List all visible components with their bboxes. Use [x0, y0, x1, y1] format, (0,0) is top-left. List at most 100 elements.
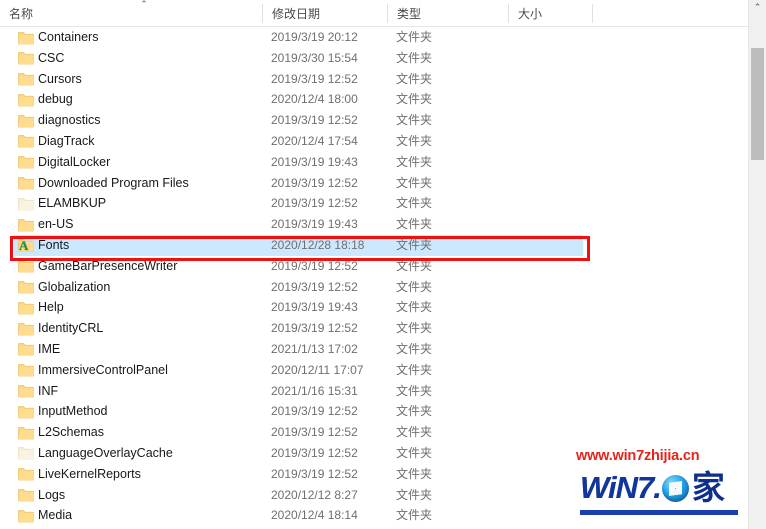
file-type-cell: 文件夹 [396, 133, 433, 148]
file-list-row[interactable]: en-US 2019/3/19 19:43 文件夹 [0, 214, 748, 235]
file-list[interactable]: Containers 2019/3/19 20:12 文件夹 CSC 2019/3/3… [0, 27, 748, 529]
file-name-cell: INF [38, 383, 59, 398]
file-size-cell [517, 277, 587, 298]
date-modified-cell: 2019/3/19 12:52 [271, 404, 358, 419]
folder-icon [18, 93, 34, 107]
folder-icon [18, 31, 34, 45]
file-name-cell: Globalization [38, 279, 111, 294]
file-list-row[interactable]: DiagTrack 2020/12/4 17:54 文件夹 [0, 131, 748, 152]
file-type-cell: 文件夹 [396, 71, 433, 86]
folder-icon [18, 280, 34, 294]
file-list-row[interactable]: Downloaded Program Files 2019/3/19 12:52 文… [0, 173, 748, 194]
file-size-cell [517, 110, 587, 131]
date-modified-cell: 2020/12/4 17:54 [271, 133, 358, 148]
file-list-row[interactable]: InputMethod 2019/3/19 12:52 文件夹 [0, 401, 748, 422]
file-name-cell: LanguageOverlayCache [38, 445, 173, 460]
file-list-row[interactable]: Help 2019/3/19 19:43 文件夹 [0, 297, 748, 318]
folder-icon [18, 446, 34, 460]
folder-icon [18, 301, 34, 315]
file-list-row[interactable]: ImmersiveControlPanel 2020/12/11 17:07 文件夹 [0, 360, 748, 381]
vertical-scrollbar[interactable]: ⌃ [748, 0, 766, 529]
file-name-cell: DigitalLocker [38, 154, 111, 169]
file-list-row[interactable]: Containers 2019/3/19 20:12 文件夹 [0, 27, 748, 48]
date-modified-cell: 2021/1/13 17:02 [271, 341, 358, 356]
date-modified-cell: 2019/3/19 12:52 [271, 321, 358, 336]
folder-icon [18, 509, 34, 523]
file-type-cell: 文件夹 [396, 30, 433, 44]
file-list-row[interactable]: GameBarPresenceWriter 2019/3/19 12:52 文件夹 [0, 256, 748, 277]
file-type-cell: 文件夹 [396, 175, 433, 190]
file-name-cell: GameBarPresenceWriter [38, 258, 178, 273]
date-modified-cell: 2020/12/12 8:27 [271, 487, 358, 502]
scroll-up-arrow-icon[interactable]: ⌃ [749, 0, 766, 17]
file-list-row[interactable]: diagnostics 2019/3/19 12:52 文件夹 [0, 110, 748, 131]
file-name-cell: LiveKernelReports [38, 466, 141, 481]
date-modified-cell: 2019/3/19 12:52 [271, 445, 358, 460]
file-name-cell: diagnostics [38, 113, 101, 128]
file-list-row[interactable]: IdentityCRL 2019/3/19 12:52 文件夹 [0, 318, 748, 339]
file-size-cell [517, 69, 587, 90]
file-type-cell: 文件夹 [396, 321, 433, 336]
file-type-cell: 文件夹 [396, 445, 433, 460]
column-header-name[interactable]: 名称 [0, 0, 262, 26]
date-modified-cell: 2019/3/19 12:52 [271, 113, 358, 128]
file-size-cell [517, 297, 587, 318]
date-modified-cell: 2019/3/19 12:52 [271, 258, 358, 273]
file-type-cell: 文件夹 [396, 92, 433, 107]
date-modified-cell: 2019/3/19 12:52 [271, 279, 358, 294]
date-modified-cell: 2019/3/19 19:43 [271, 217, 358, 232]
fonts-letter-a-icon: A [19, 237, 29, 253]
file-list-row[interactable]: INF 2021/1/16 15:31 文件夹 [0, 381, 748, 402]
file-list-row[interactable]: Logs 2020/12/12 8:27 文件夹 [0, 485, 748, 506]
folder-icon [18, 114, 34, 128]
date-modified-cell: 2020/12/4 18:00 [271, 92, 358, 107]
file-name-cell: CSC [38, 50, 65, 65]
file-type-cell: 文件夹 [396, 508, 433, 523]
file-list-row[interactable]: Globalization 2019/3/19 12:52 文件夹 [0, 277, 748, 298]
folder-icon [18, 51, 34, 65]
scrollbar-thumb[interactable] [751, 48, 764, 160]
column-header-size[interactable]: 大小 [509, 0, 592, 26]
file-name-cell: Help [38, 300, 64, 315]
file-type-cell: 文件夹 [396, 50, 433, 65]
folder-icon [18, 384, 34, 398]
file-name-cell: Logs [38, 487, 66, 502]
file-size-cell [517, 318, 587, 339]
file-list-row[interactable]: Media 2020/12/4 18:14 文件夹 [0, 505, 748, 526]
column-divider[interactable] [592, 4, 593, 23]
file-name-cell: ImmersiveControlPanel [38, 362, 168, 377]
file-list-row[interactable]: Cursors 2019/3/19 12:52 文件夹 [0, 69, 748, 90]
file-size-cell [517, 131, 587, 152]
file-list-row[interactable]: ELAMBKUP 2019/3/19 12:52 文件夹 [0, 193, 748, 214]
file-type-cell: 文件夹 [396, 362, 433, 377]
folder-icon [18, 363, 34, 377]
folder-icon [18, 259, 34, 273]
column-header-bar: ⌃ 名称 修改日期 类型 大小 [0, 0, 748, 27]
file-type-cell: 文件夹 [396, 113, 433, 128]
file-list-row[interactable]: debug 2020/12/4 18:00 文件夹 [0, 89, 748, 110]
file-name-cell: Containers [38, 30, 99, 44]
file-list-row[interactable]: IME 2021/1/13 17:02 文件夹 [0, 339, 748, 360]
column-header-date-modified[interactable]: 修改日期 [263, 0, 387, 26]
folder-icon [18, 134, 34, 148]
file-name-cell: L2Schemas [38, 425, 105, 440]
file-type-cell: 文件夹 [396, 487, 433, 502]
file-name-cell: Cursors [38, 71, 82, 86]
file-type-cell: 文件夹 [396, 383, 433, 398]
date-modified-cell: 2020/12/28 18:18 [271, 237, 365, 252]
file-list-row[interactable]: LanguageOverlayCache 2019/3/19 12:52 文件夹 [0, 443, 748, 464]
file-type-cell: 文件夹 [396, 258, 433, 273]
file-size-cell [517, 152, 587, 173]
folder-icon [18, 467, 34, 481]
file-list-row[interactable]: A Fonts 2020/12/28 18:18 文件夹 [0, 234, 748, 256]
file-list-row[interactable]: L2Schemas 2019/3/19 12:52 文件夹 [0, 422, 748, 443]
file-list-row[interactable]: LiveKernelReports 2019/3/19 12:52 文件夹 [0, 464, 748, 485]
column-header-type[interactable]: 类型 [388, 0, 508, 26]
date-modified-cell: 2021/1/16 15:31 [271, 383, 358, 398]
folder-icon [18, 426, 34, 440]
file-list-row[interactable]: DigitalLocker 2019/3/19 19:43 文件夹 [0, 152, 748, 173]
file-size-cell [517, 173, 587, 194]
file-size-cell [517, 48, 587, 69]
file-list-row[interactable]: CSC 2019/3/30 15:54 文件夹 [0, 48, 748, 69]
file-name-cell: en-US [38, 217, 74, 232]
